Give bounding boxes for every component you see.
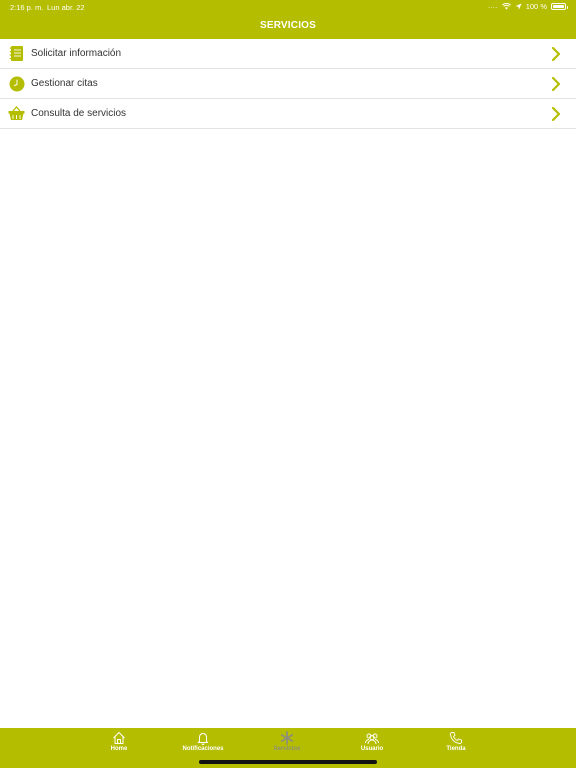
home-icon [113,732,125,744]
tab-label: Notificaciones [182,746,224,752]
signal-dots: .... [487,3,498,10]
menu-item-label: Solicitar información [31,48,122,59]
tab-home[interactable]: Home [84,731,154,761]
phone-icon [450,732,462,744]
battery-icon [551,3,568,10]
bell-icon [197,733,209,745]
tab-label: Servicios [273,746,301,752]
tab-label: Tienda [446,746,466,752]
chevron-right-icon [551,106,561,122]
battery-percent: 100 % [525,2,547,11]
menu-item-solicitar-informacion[interactable]: Solicitar información [0,39,576,69]
tab-tienda[interactable]: Tienda [421,731,491,761]
status-time: 2:16 p. m. [10,3,44,12]
basket-icon [8,105,25,122]
users-icon [365,733,379,745]
home-indicator[interactable] [199,760,377,764]
status-bar: 2:16 p. m. Lun abr. 22 .... 100 % [0,0,576,14]
menu-item-label: Consulta de servicios [31,108,127,119]
page-title: SERVICIOS [259,20,317,31]
chevron-right-icon [551,46,561,62]
location-icon [515,3,522,10]
status-indicators: .... 100 % [487,2,568,11]
menu-item-consulta-de-servicios[interactable]: Consulta de servicios [0,99,576,129]
tab-notificaciones[interactable]: Notificaciones [168,731,238,761]
menu-item-gestionar-citas[interactable]: Gestionar citas [0,69,576,99]
clock-icon [8,75,25,92]
tab-label: Usuario [360,746,384,752]
notepad-icon [8,45,25,62]
tab-servicios[interactable]: Servicios [252,731,322,761]
top-bar: 2:16 p. m. Lun abr. 22 .... 100 % SERVIC… [0,0,576,39]
wifi-icon [501,3,511,10]
services-menu: Solicitar información Gestionar citas Co… [0,39,576,129]
tab-usuario[interactable]: Usuario [337,731,407,761]
menu-item-label: Gestionar citas [31,78,98,89]
chevron-right-icon [551,76,561,92]
tab-label: Home [110,746,128,752]
status-date: Lun abr. 22 [47,3,85,12]
asterisk-icon [280,731,294,745]
